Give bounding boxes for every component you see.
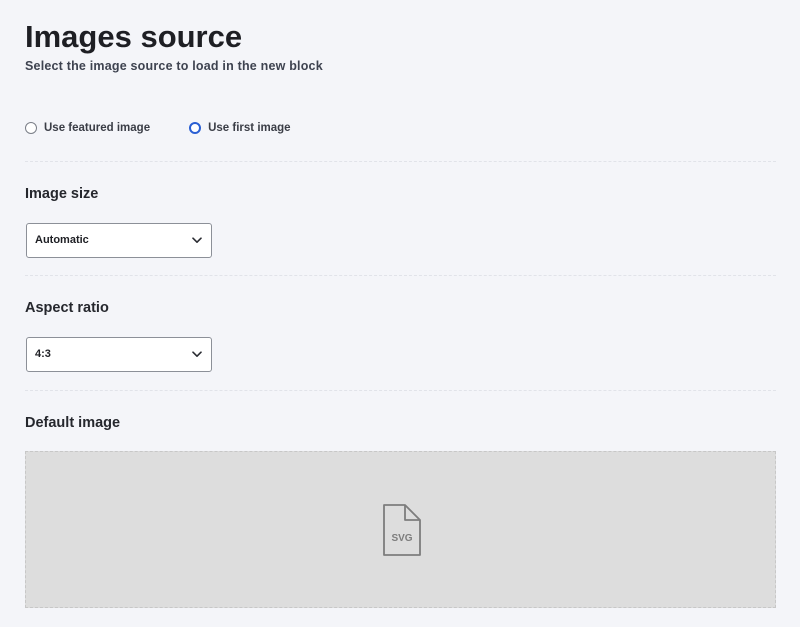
aspect-ratio-label: Aspect ratio bbox=[25, 300, 109, 316]
chevron-down-icon bbox=[192, 237, 202, 243]
image-size-value: Automatic bbox=[35, 234, 89, 246]
radio-label: Use featured image bbox=[44, 122, 151, 134]
image-size-label: Image size bbox=[25, 186, 99, 202]
page-subtitle: Select the image source to load in the n… bbox=[25, 59, 323, 73]
aspect-ratio-value: 4:3 bbox=[35, 348, 51, 360]
aspect-ratio-select[interactable]: 4:3 bbox=[26, 337, 212, 372]
radio-unchecked-icon[interactable] bbox=[25, 122, 37, 134]
default-image-label: Default image bbox=[25, 415, 121, 431]
section-divider bbox=[25, 390, 776, 391]
image-size-select[interactable]: Automatic bbox=[26, 223, 212, 258]
section-divider bbox=[25, 275, 776, 276]
section-divider bbox=[25, 161, 776, 162]
radio-label: Use first image bbox=[208, 122, 291, 134]
chevron-down-icon bbox=[192, 351, 202, 357]
radio-use-featured-image[interactable]: Use featured image bbox=[25, 122, 150, 134]
svg-file-icon: SVG bbox=[383, 504, 421, 556]
page-title: Images source bbox=[25, 19, 243, 54]
image-source-radio-group: Use featured image Use first image bbox=[25, 119, 291, 137]
file-icon-text: SVG bbox=[391, 533, 412, 544]
default-image-dropzone[interactable]: SVG bbox=[25, 451, 776, 608]
radio-use-first-image[interactable]: Use first image bbox=[189, 122, 291, 134]
radio-checked-icon[interactable] bbox=[189, 122, 202, 134]
